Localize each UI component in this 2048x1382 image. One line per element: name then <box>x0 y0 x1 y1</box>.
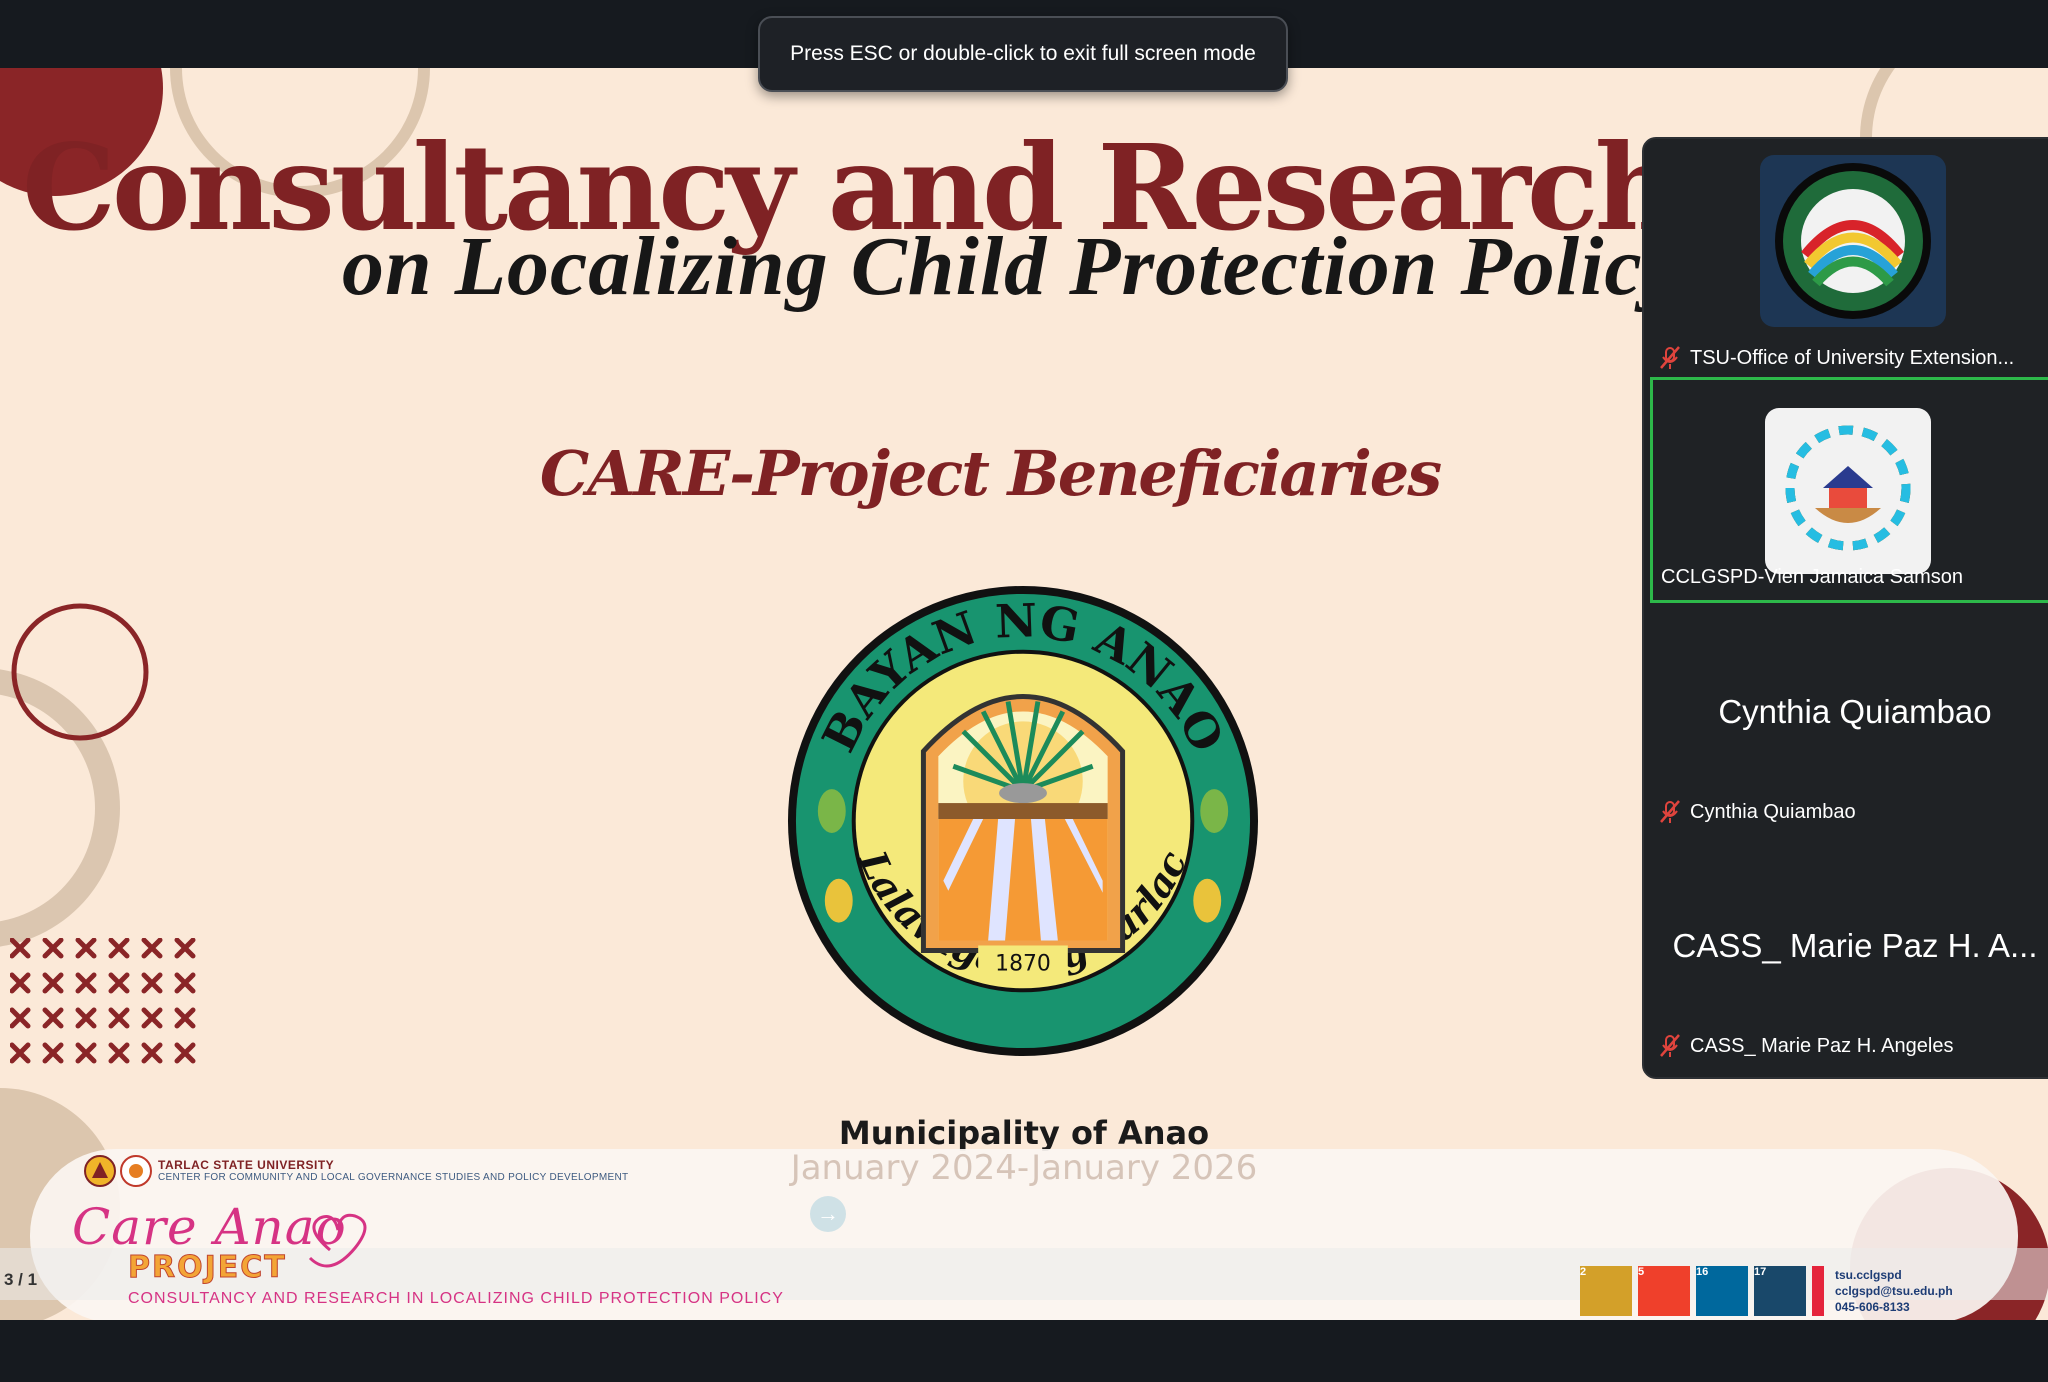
project-word: PROJECT <box>128 1250 287 1286</box>
sdg-5-icon: 5 <box>1638 1266 1690 1316</box>
sdg-17-icon: 17 <box>1754 1266 1806 1316</box>
center-name: CENTER FOR COMMUNITY AND LOCAL GOVERNANC… <box>158 1172 629 1183</box>
seal-year: 1870 <box>995 951 1051 976</box>
participant-label: Cynthia Quiambao <box>1650 797 1856 827</box>
participant-tile-cass[interactable]: CASS_ Marie Paz H. A... CASS_ Marie Paz … <box>1650 843 2048 1069</box>
mic-off-icon <box>1660 346 1680 369</box>
participant-label: CASS_ Marie Paz H. Angeles <box>1650 1031 1953 1061</box>
participant-display-name: Cynthia Quiambao <box>1718 693 1992 730</box>
participant-name: CASS_ Marie Paz H. Angeles <box>1690 1034 1954 1057</box>
participant-name: CCLGSPD-Vien Jamaica Samson <box>1661 565 1963 588</box>
participant-label: CCLGSPD-Vien Jamaica Samson <box>1653 562 1963 592</box>
next-slide-button[interactable]: → <box>810 1196 846 1232</box>
mic-off-icon <box>1660 1034 1680 1057</box>
slide-subtitle: on Localizing Child Protection Policy <box>342 220 1681 313</box>
banner-tagline: CONSULTANCY AND RESEARCH IN LOCALIZING C… <box>128 1290 784 1307</box>
contact-email: cclgspd@tsu.edu.ph <box>1835 1284 1953 1298</box>
university-name: TARLAC STATE UNIVERSITY <box>158 1158 335 1172</box>
participant-tile-tsu[interactable]: TSU-Office of University Extension... <box>1650 155 2048 381</box>
participant-label: TSU-Office of University Extension... <box>1650 343 2014 373</box>
participant-panel: TSU-Office of University Extension... CC… <box>1642 137 2048 1079</box>
university-logos <box>84 1155 152 1187</box>
slide-counter: 3 / 1 <box>4 1270 38 1289</box>
x-pattern <box>10 938 196 1064</box>
participant-name: TSU-Office of University Extension... <box>1690 346 2015 369</box>
bottom-black-bar <box>0 1320 2048 1382</box>
contact-phone: 045-606-8133 <box>1835 1300 1910 1314</box>
anao-municipal-seal: BAYAN NG ANAO Lalawigan ng Tarlac 1870 <box>787 585 1259 1057</box>
municipality-name: Municipality of Anao <box>838 1114 1210 1152</box>
contact-facebook: tsu.cclgspd <box>1835 1268 1902 1282</box>
mic-off-icon <box>1660 800 1680 823</box>
participant-tile-cclgspd[interactable]: CCLGSPD-Vien Jamaica Samson <box>1650 377 2048 603</box>
tsu-extension-logo <box>1760 155 1946 327</box>
participant-tile-cynthia[interactable]: Cynthia Quiambao Cynthia Quiambao <box>1650 609 2048 835</box>
fullscreen-exit-toast: Press ESC or double-click to exit full s… <box>758 16 1288 92</box>
sdg-wheel-strip <box>1812 1266 1824 1316</box>
sdg-16-icon: 16 <box>1696 1266 1748 1316</box>
fullscreen-meeting-view: Consultancy and Research (CARE on Locali… <box>0 0 2048 1382</box>
sdg-2-icon: 2 <box>1580 1266 1632 1316</box>
participant-name: Cynthia Quiambao <box>1690 800 1856 823</box>
cclgspd-logo <box>1765 408 1931 574</box>
participant-display-name: CASS_ Marie Paz H. A... <box>1672 927 2038 964</box>
heart-swirl-icon <box>308 1213 367 1268</box>
